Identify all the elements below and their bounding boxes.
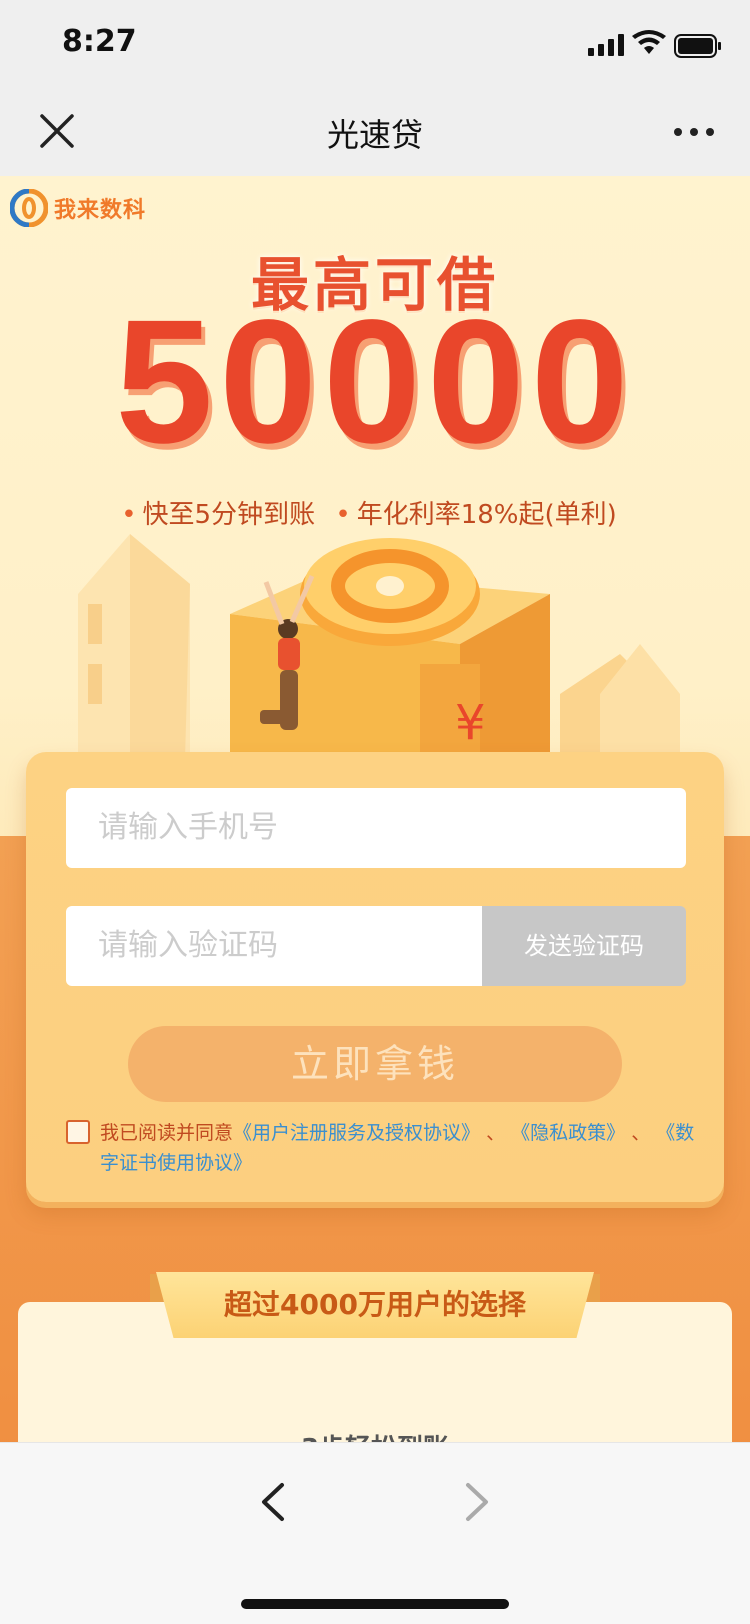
- user-agreement-link[interactable]: 《用户注册服务及授权协议》: [233, 1122, 480, 1144]
- battery-icon: [674, 34, 721, 58]
- wifi-icon: [632, 30, 666, 54]
- agreement-text: 我已阅读并同意《用户注册服务及授权协议》 、 《隐私政策》 、 《数字证书使用协…: [66, 1118, 696, 1178]
- users-banner: 超过4000万用户的选择: [156, 1272, 594, 1338]
- privacy-policy-link[interactable]: 《隐私政策》: [511, 1122, 625, 1144]
- more-icon[interactable]: [672, 124, 716, 140]
- signal-icon: [588, 34, 624, 56]
- status-bar: 8:27: [0, 0, 750, 88]
- get-money-button[interactable]: 立即拿钱: [128, 1026, 622, 1102]
- home-indicator: [241, 1599, 509, 1609]
- phone-input[interactable]: 请输入手机号: [66, 788, 686, 868]
- brand-logo-icon: [10, 189, 48, 227]
- verification-code-input[interactable]: 请输入验证码: [66, 906, 482, 986]
- back-arrow-icon[interactable]: [256, 1481, 292, 1523]
- brand-name: 我来数科: [54, 198, 147, 223]
- send-code-button[interactable]: 发送验证码: [482, 906, 686, 986]
- nav-title: 光速贷: [326, 116, 423, 154]
- status-time: 8:27: [62, 24, 137, 59]
- agreement-separator: 、: [486, 1122, 506, 1144]
- agreement: 我已阅读并同意《用户注册服务及授权协议》 、 《隐私政策》 、 《数字证书使用协…: [66, 1118, 696, 1178]
- page-content: 我来数科 最高可借 50000 • 快至5分钟到账 • 年化利率18%起(单利) ¥: [0, 176, 750, 1442]
- browser-toolbar: [0, 1442, 750, 1624]
- agreement-checkbox[interactable]: [66, 1120, 90, 1144]
- login-form-card: 请输入手机号 请输入验证码 发送验证码 立即拿钱 我已阅读并同意《用户注册服务及…: [26, 752, 724, 1202]
- brand: 我来数科: [10, 188, 146, 228]
- svg-text:¥: ¥: [455, 695, 486, 751]
- nav-bar: 光速贷: [0, 88, 750, 176]
- agreement-prefix: 我已阅读并同意: [100, 1122, 234, 1144]
- agreement-separator: 、: [631, 1122, 651, 1144]
- hero-amount: 50000: [115, 284, 635, 480]
- steps-subtitle: 3步轻松到账: [0, 1428, 750, 1442]
- forward-arrow-icon[interactable]: [458, 1481, 494, 1523]
